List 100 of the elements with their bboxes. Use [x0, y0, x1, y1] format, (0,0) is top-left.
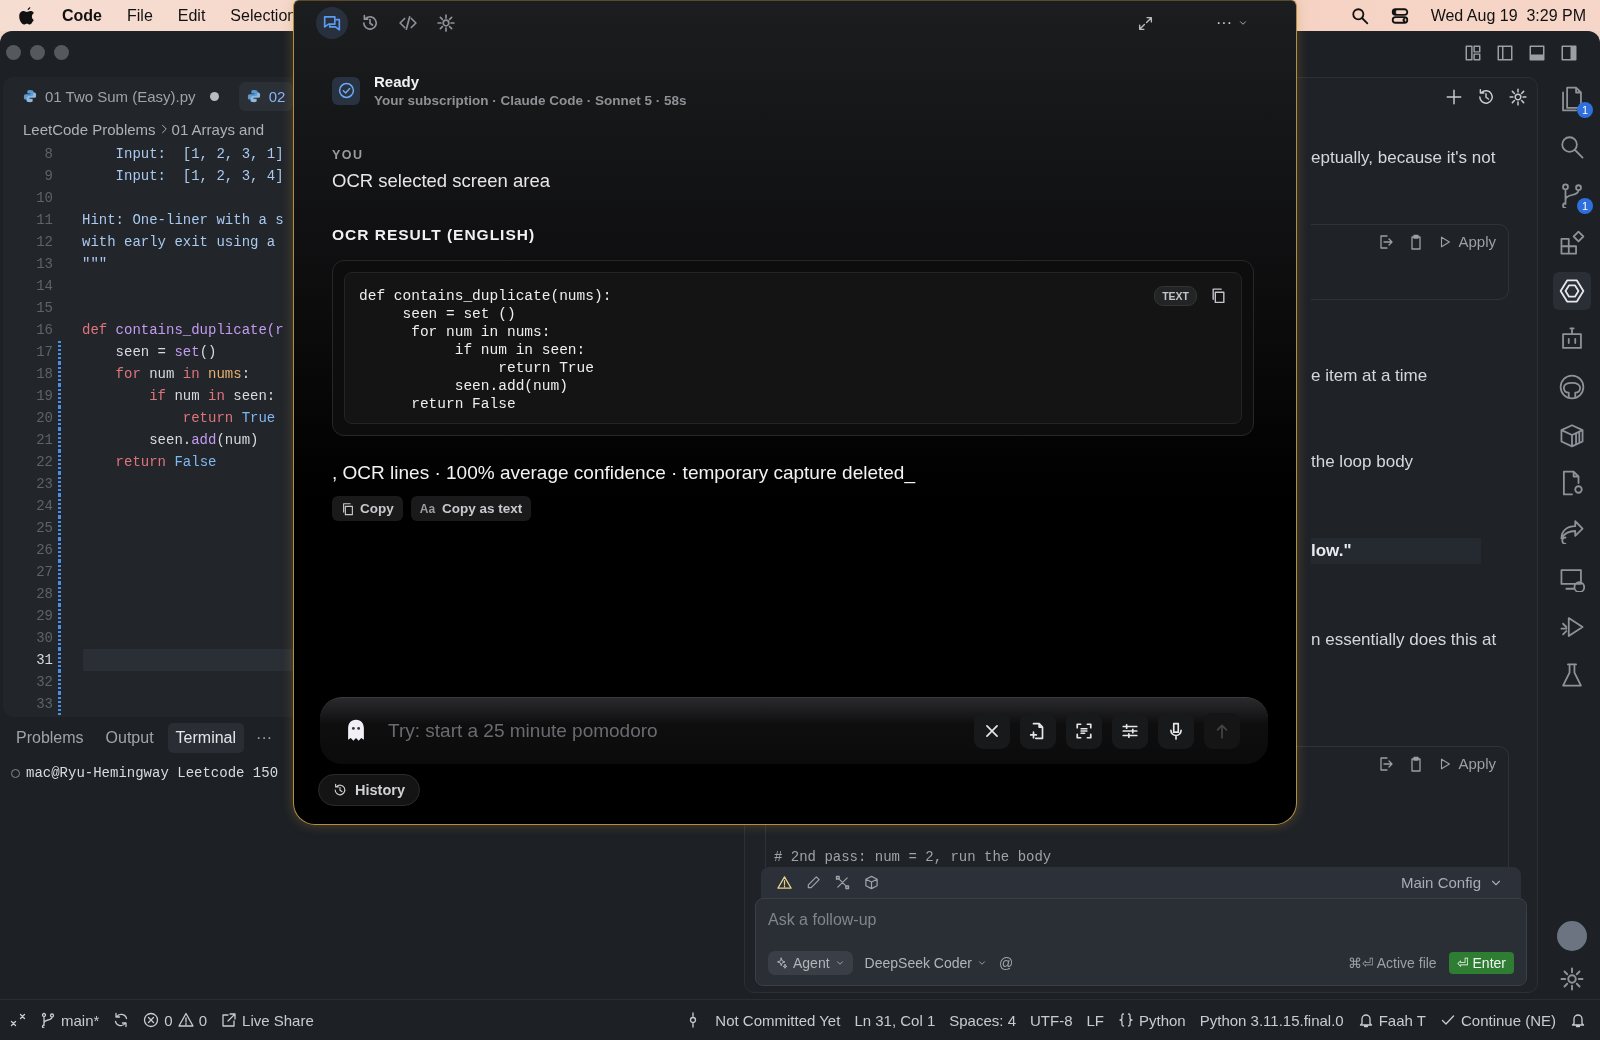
prompt-field[interactable]: Try: start a 25 minute pomodoro — [388, 720, 964, 742]
line-number: 15 — [35, 300, 53, 316]
panel-bottom-icon[interactable] — [1528, 43, 1546, 62]
copy-as-text-button[interactable]: Aa Copy as text — [410, 496, 532, 521]
code-line: if num in seen: — [453, 341, 587, 359]
mention-button[interactable]: @ — [999, 955, 1014, 971]
menu-item[interactable]: Selection — [230, 6, 297, 25]
panel-tab[interactable]: Problems — [8, 723, 92, 753]
section-heading: OCR RESULT (ENGLISH) — [332, 226, 537, 244]
apple-menu-icon[interactable] — [18, 5, 36, 26]
status-item[interactable]: LF — [1086, 1011, 1104, 1029]
share-icon[interactable] — [221, 1012, 238, 1028]
status-item[interactable]: Spaces: 4 — [949, 1011, 1016, 1029]
history-icon[interactable] — [1477, 88, 1495, 106]
error-icon[interactable] — [143, 1012, 160, 1028]
line-number: 24 — [35, 498, 53, 514]
cube-icon[interactable] — [864, 875, 879, 890]
apply-button[interactable]: Apply — [1438, 753, 1496, 774]
remote-icon[interactable] — [10, 1012, 26, 1028]
code-line: Hint: One-liner with a s — [82, 212, 284, 228]
copy-icon[interactable] — [1210, 287, 1227, 304]
sparkle-icon — [776, 957, 788, 969]
panel-tab[interactable]: Terminal — [167, 723, 245, 753]
sidebar-left-icon[interactable] — [1496, 43, 1514, 62]
menu-item[interactable]: File — [127, 6, 153, 25]
editor-tab[interactable]: 01 Two Sum (Easy).py — [15, 81, 227, 111]
editor-tab[interactable]: 02 — [238, 81, 294, 111]
branch-icon[interactable] — [40, 1012, 56, 1028]
line-number: 14 — [35, 278, 53, 294]
insert-icon[interactable] — [1378, 755, 1395, 772]
line-number: 22 — [35, 454, 53, 470]
sidebar-right-icon[interactable] — [1560, 43, 1578, 62]
pencil-icon[interactable] — [806, 875, 821, 890]
chat-text: eptually, because it's not — [1311, 148, 1497, 168]
apply-button[interactable]: Apply — [1438, 231, 1496, 252]
code-line: def contains_duplicate(nums): — [359, 287, 612, 305]
sync-icon[interactable] — [113, 1012, 130, 1028]
line-number: 18 — [35, 366, 53, 382]
code-line: seen = set () — [401, 305, 517, 323]
app-menu[interactable]: Code — [62, 6, 102, 25]
live-share-status[interactable]: Live Share — [242, 1011, 314, 1029]
mode-dropdown[interactable]: Agent — [768, 951, 853, 975]
line-number: 25 — [35, 520, 53, 536]
code-line: return True — [497, 359, 595, 377]
history-icon — [333, 783, 347, 797]
panel-tab[interactable]: Output — [97, 723, 162, 753]
model-dropdown[interactable]: DeepSeek Coder — [864, 955, 987, 971]
enter-button[interactable]: ⏎ Enter — [1448, 952, 1514, 974]
line-number: 26 — [35, 542, 53, 558]
settings-icon[interactable] — [1560, 967, 1584, 991]
line-number: 9 — [43, 168, 53, 184]
chat-text: n essentially does this at — [1311, 630, 1498, 650]
notifications-icon[interactable] — [1570, 1012, 1586, 1028]
message-author: YOU — [332, 148, 365, 162]
source-control-icon[interactable] — [1559, 182, 1585, 208]
warning-count[interactable]: 0 — [198, 1011, 208, 1029]
line-number: 32 — [35, 674, 53, 690]
more-menu-button[interactable]: ··· — [1216, 14, 1248, 32]
plus-icon[interactable] — [1445, 88, 1463, 106]
bell-icon[interactable] — [1357, 1012, 1374, 1028]
language-status[interactable]: Python — [1139, 1011, 1186, 1029]
control-center-icon[interactable] — [1390, 6, 1409, 25]
code-line: seen = set() — [114, 344, 217, 360]
breadcrumb-item[interactable]: 01 Arrays and — [171, 120, 265, 138]
continue-status[interactable]: Continue (NE) — [1460, 1011, 1556, 1029]
breadcrumb-item[interactable]: LeetCode Problems — [23, 120, 156, 138]
status-item[interactable]: UTF-8 — [1030, 1011, 1073, 1029]
menu-item[interactable]: Edit — [177, 6, 206, 25]
more-button[interactable]: ··· — [250, 729, 279, 747]
braces-icon[interactable] — [1118, 1012, 1134, 1028]
status-subtitle: Your subscription · Claude Code · Sonnet 5 · 58s — [374, 93, 687, 108]
status-item[interactable]: Not Committed Yet — [715, 1011, 841, 1029]
expand-icon[interactable] — [1137, 14, 1154, 32]
insert-icon[interactable] — [1378, 233, 1395, 250]
branch-status[interactable]: main* — [61, 1011, 100, 1029]
user-status[interactable]: Faah T — [1378, 1011, 1426, 1029]
search-icon[interactable] — [1350, 6, 1369, 25]
interpreter-status[interactable]: Python 3.11.15.final.0 — [1199, 1011, 1344, 1029]
follow-up-field[interactable]: Ask a follow-up — [768, 911, 1514, 929]
warning-icon[interactable] — [177, 1012, 194, 1028]
error-count[interactable]: 0 — [164, 1011, 173, 1029]
files-icon[interactable] — [1559, 86, 1585, 112]
tools-icon[interactable] — [835, 875, 850, 890]
line-number: 12 — [35, 234, 53, 250]
code-line: for num in nums: — [114, 366, 251, 382]
chevron-down-icon — [1238, 18, 1248, 28]
line-number: 31 — [35, 652, 53, 668]
history-button[interactable]: History — [318, 774, 420, 806]
line-number: 11 — [35, 212, 53, 228]
avatar[interactable] — [1557, 921, 1587, 951]
warning-icon[interactable] — [777, 875, 792, 890]
line-number: 20 — [35, 410, 53, 426]
line-number: 13 — [35, 256, 53, 272]
config-dropdown[interactable]: Main Config — [1394, 873, 1509, 892]
layout-grid-icon[interactable] — [1464, 43, 1482, 62]
chat-bubbles-icon[interactable] — [316, 7, 348, 39]
settings-icon[interactable] — [1509, 88, 1527, 106]
status-item[interactable]: Ln 31, Col 1 — [854, 1011, 936, 1029]
copy-button[interactable]: Copy — [332, 496, 403, 521]
text-format-icon: Aa — [419, 501, 436, 516]
